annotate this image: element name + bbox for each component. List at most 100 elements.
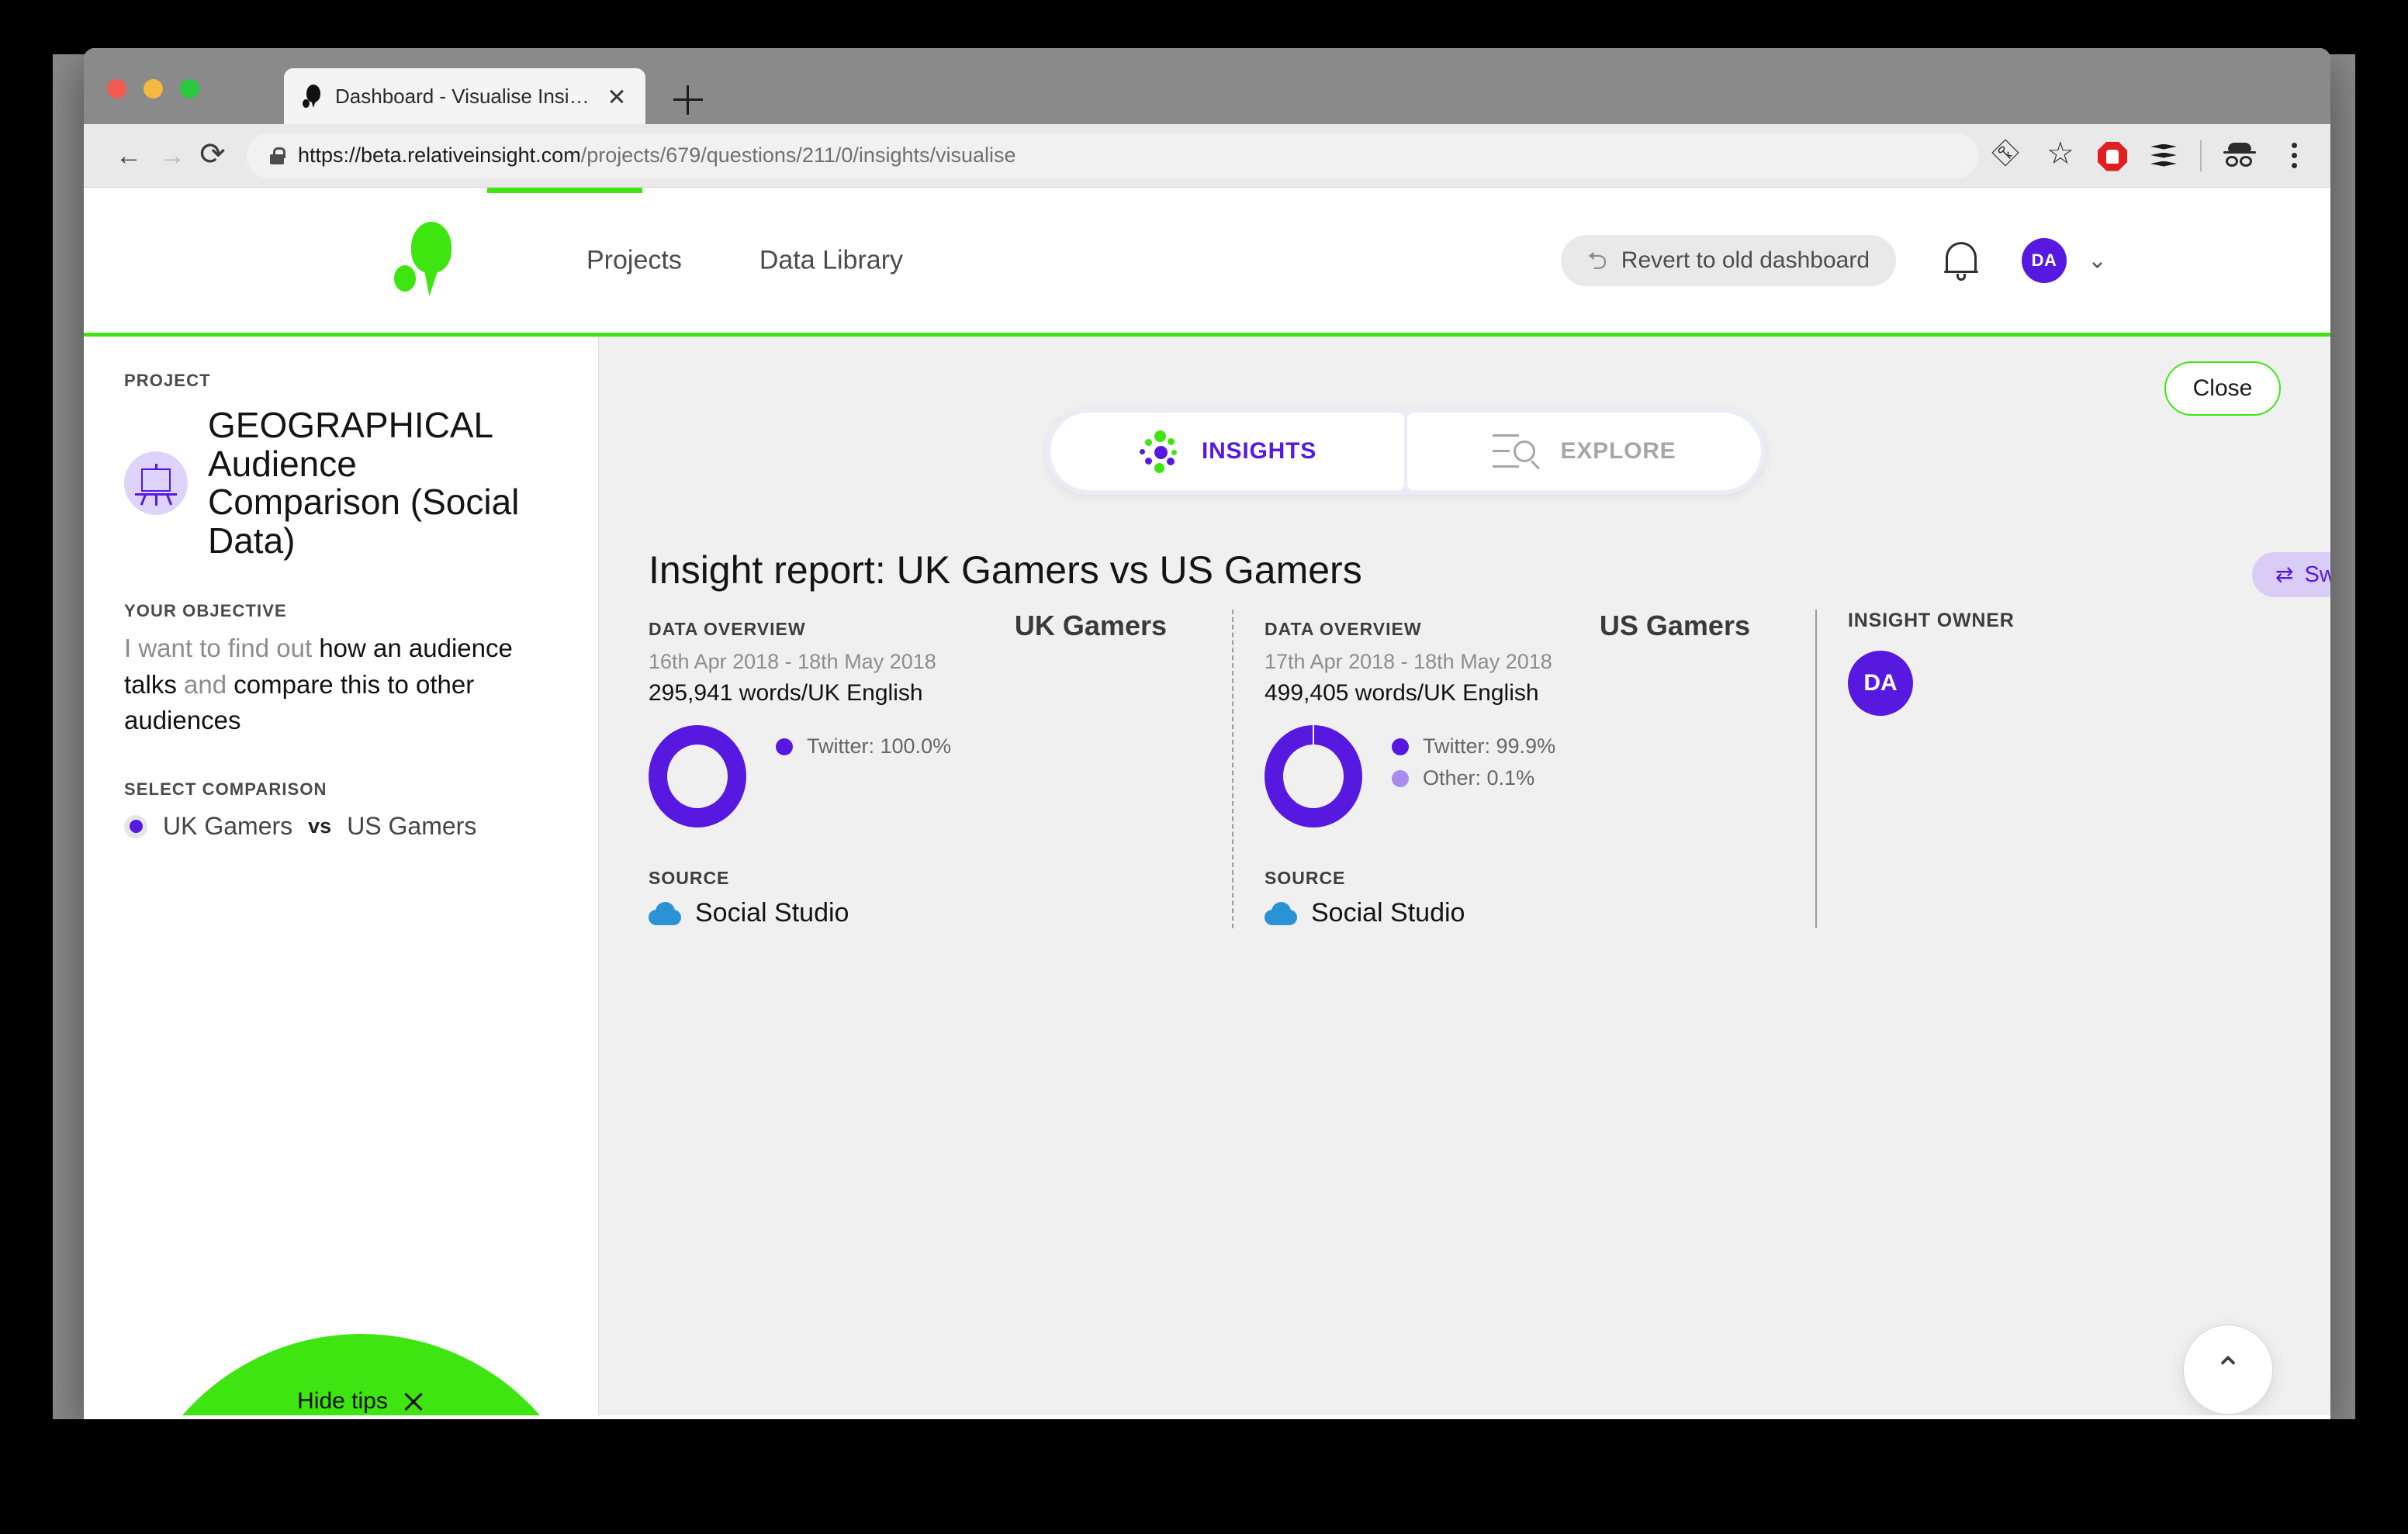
url-path: /projects/679/questions/211/0/insights/v… (580, 143, 1016, 167)
donut-us (1265, 725, 1362, 827)
chrome-menu-icon[interactable] (2278, 140, 2310, 172)
overview-header-uk: DATA OVERVIEW UK Gamers (649, 610, 1201, 642)
objective-text: I want to find out how an audience talks… (124, 631, 558, 740)
reload-button[interactable] (191, 134, 234, 178)
source-row-us: Social Studio (1265, 898, 1784, 928)
notifications-bell-icon[interactable] (1943, 240, 1980, 281)
tab-insights-label: INSIGHTS (1201, 438, 1317, 464)
app-header: Projects Data Library ⮌ Revert to old da… (84, 188, 2330, 337)
layers-icon[interactable] (2147, 140, 2180, 172)
switch-label: Switch? (2304, 561, 2330, 587)
insight-owner-kicker: INSIGHT OWNER (1848, 610, 2015, 631)
chevron-down-icon[interactable]: ⌄ (2088, 247, 2107, 274)
revert-label: Revert to old dashboard (1621, 247, 1870, 273)
switch-button[interactable]: ⇄ Switch? (2252, 552, 2330, 597)
insight-owner-column: INSIGHT OWNER DA (1815, 610, 2141, 928)
adblock-icon[interactable] (2098, 141, 2127, 171)
browser-window: Dashboard - Visualise Insights https://b… (84, 48, 2330, 1419)
tab-title: Dashboard - Visualise Insights (335, 84, 593, 108)
legend-label: Twitter: 100.0% (807, 734, 952, 758)
browser-tab[interactable]: Dashboard - Visualise Insights (284, 68, 645, 124)
project-row: GEOGRAPHICAL Audience Comparison (Social… (124, 406, 558, 561)
close-window-button[interactable] (107, 79, 126, 98)
comparison-left-label: UK Gamers (163, 812, 293, 841)
window-traffic-lights (107, 79, 199, 98)
insight-report-panel: Close INSIGHTS EXPLORE Insight report: U… (599, 337, 2330, 1415)
scroll-to-top-button[interactable]: ⌃ (2183, 1325, 2273, 1415)
back-button[interactable] (104, 134, 147, 178)
new-tab-icon[interactable] (673, 85, 703, 115)
close-button[interactable]: Close (2164, 361, 2281, 416)
legend-item: Other: 0.1% (1392, 766, 1555, 790)
revert-to-old-dashboard-button[interactable]: ⮌ Revert to old dashboard (1561, 234, 1896, 286)
objective-kicker: YOUR OBJECTIVE (124, 600, 287, 620)
toolbar-icons (1986, 136, 2310, 172)
legend-swatch (776, 738, 793, 755)
undo-icon: ⮌ (1587, 246, 1607, 275)
browser-tab-strip: Dashboard - Visualise Insights (84, 48, 2330, 124)
easel-icon (124, 451, 188, 516)
toolbar-divider (2200, 140, 2202, 171)
source-kicker-uk: SOURCE (649, 868, 730, 888)
hide-tips-label: Hide tips (297, 1388, 388, 1414)
objective-part-1: I want to find out (124, 633, 320, 662)
app-viewport: Projects Data Library ⮌ Revert to old da… (84, 188, 2330, 1419)
overview-kicker-us: DATA OVERVIEW (1265, 619, 1422, 639)
objective-part-3: and (176, 669, 234, 699)
overview-words-uk: 295,941 words/UK English (649, 680, 923, 706)
source-name-uk: Social Studio (695, 898, 849, 928)
insight-owner-avatar[interactable]: DA (1848, 651, 1913, 716)
project-sidebar: PROJECT GEOGRAPHICAL Audience Comparison… (84, 337, 599, 1415)
close-icon[interactable] (402, 1390, 425, 1413)
overview-dates-us: 17th Apr 2018 - 18th May 2018 (1265, 650, 1552, 673)
donut-uk (649, 725, 746, 827)
legend-label: Other: 0.1% (1423, 766, 1535, 789)
tab-explore[interactable]: EXPLORE (1407, 413, 1761, 490)
project-kicker: PROJECT (124, 371, 211, 390)
cloud-icon (649, 901, 681, 925)
page-title: Insight report: UK Gamers vs US Gamers (649, 548, 1362, 592)
primary-nav: Projects Data Library (586, 245, 903, 275)
comparison-vs-label: vs (308, 814, 332, 838)
nav-item-projects[interactable]: Projects (586, 245, 682, 275)
relative-insight-logo-icon[interactable] (394, 222, 459, 296)
comparison-radio[interactable] (124, 814, 147, 838)
address-bar[interactable]: https://beta.relativeinsight.com/project… (247, 133, 1978, 178)
legend-item: Twitter: 99.9% (1392, 734, 1555, 758)
donut-legend-us: Twitter: 99.9% Other: 0.1% (1392, 725, 1555, 798)
browser-toolbar: https://beta.relativeinsight.com/project… (84, 124, 2330, 188)
comparison-kicker: SELECT COMPARISON (124, 779, 327, 800)
close-tab-icon[interactable] (605, 85, 628, 108)
insights-dots-icon (1138, 430, 1182, 473)
minimize-window-button[interactable] (144, 79, 163, 98)
nav-item-data-library[interactable]: Data Library (759, 245, 903, 275)
forward-button[interactable] (147, 134, 191, 178)
url-text: https://beta.relativeinsight.com/project… (298, 143, 1016, 168)
hide-tips-button[interactable]: Hide tips (168, 1388, 555, 1415)
tab-explore-label: EXPLORE (1560, 438, 1676, 464)
user-avatar[interactable]: DA (2022, 237, 2067, 283)
source-kicker-us: SOURCE (1265, 868, 1346, 888)
data-overview-uk: DATA OVERVIEW UK Gamers 16th Apr 2018 - … (649, 610, 1232, 928)
overview-words-us: 499,405 words/UK English (1265, 680, 1539, 706)
favicon-icon (303, 85, 323, 108)
overview-audience-uk: UK Gamers (1014, 610, 1167, 641)
legend-label: Twitter: 99.9% (1423, 734, 1556, 758)
cloud-icon (1265, 901, 1297, 925)
comparison-option[interactable]: UK Gamers vs US Gamers (124, 812, 558, 841)
maximize-window-button[interactable] (180, 79, 199, 98)
donut-legend-uk: Twitter: 100.0% (776, 725, 951, 766)
lock-icon (270, 147, 285, 164)
data-overview-row: DATA OVERVIEW UK Gamers 16th Apr 2018 - … (649, 610, 2330, 928)
data-overview-us: DATA OVERVIEW US Gamers 17th Apr 2018 - … (1232, 610, 1815, 928)
source-row-uk: Social Studio (649, 898, 1201, 928)
legend-item: Twitter: 100.0% (776, 734, 951, 758)
source-donut-chart-uk: Twitter: 100.0% (649, 725, 1201, 827)
app-body: PROJECT GEOGRAPHICAL Audience Comparison… (84, 337, 2330, 1415)
legend-swatch (1392, 769, 1409, 787)
incognito-icon[interactable] (2222, 140, 2258, 172)
tab-insights[interactable]: INSIGHTS (1050, 413, 1404, 490)
key-icon[interactable] (1992, 140, 2025, 172)
star-icon[interactable] (2045, 136, 2078, 172)
explore-search-icon (1492, 430, 1541, 473)
